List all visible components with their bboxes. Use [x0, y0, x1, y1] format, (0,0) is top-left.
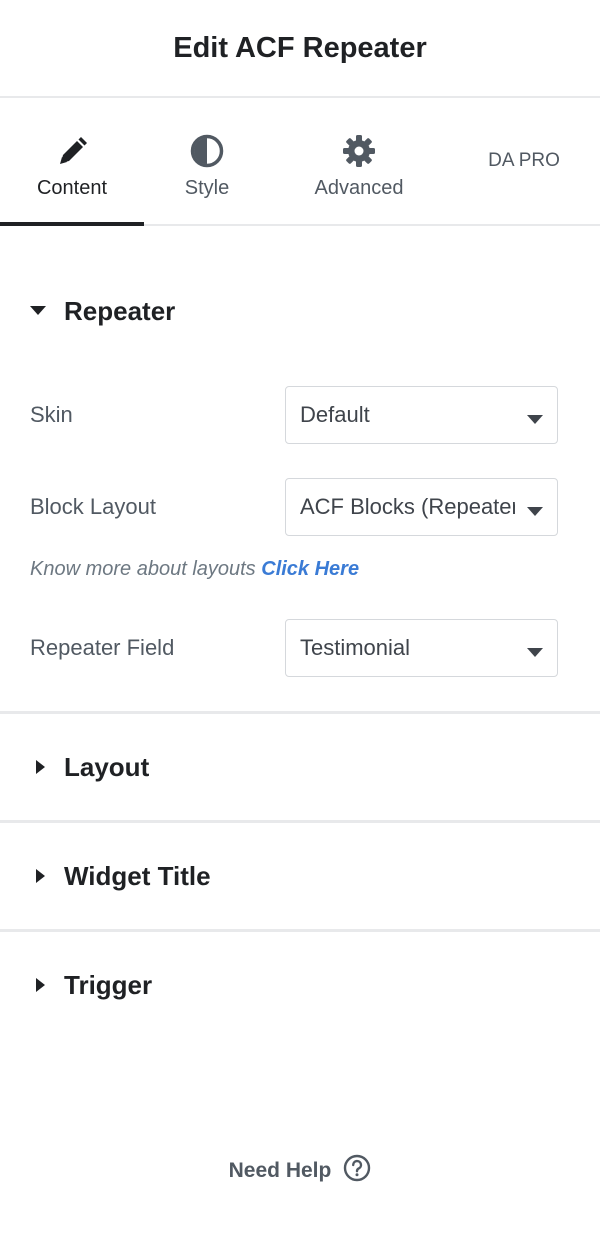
layouts-note-text: Know more about layouts [30, 558, 256, 580]
caret-right-icon [36, 869, 58, 883]
chevron-down-icon [527, 411, 543, 429]
tab-advanced[interactable]: Advanced [270, 98, 448, 224]
caret-right-icon [36, 978, 58, 992]
widget-title-section-title: Widget Title [64, 860, 211, 891]
need-help-link[interactable]: Need Help [0, 1154, 600, 1187]
page-title: Edit ACF Repeater [173, 31, 427, 64]
repeater-field-label: Repeater Field [30, 635, 175, 660]
skin-value: Default [300, 402, 370, 427]
widget-title-section-header[interactable]: Widget Title [36, 823, 600, 929]
layout-section-header[interactable]: Layout [36, 714, 600, 820]
skin-select[interactable]: Default [285, 386, 558, 444]
block-layout-select[interactable]: ACF Blocks (Repeater) [285, 478, 558, 536]
repeater-field-control: Repeater Field Testimonial [30, 619, 558, 677]
skin-control: Skin Default [30, 386, 558, 444]
block-layout-control: Block Layout ACF Blocks (Repeater) [30, 478, 558, 536]
question-circle-icon [343, 1154, 371, 1187]
tab-da-pro[interactable]: DA PRO [448, 98, 600, 224]
block-layout-value: ACF Blocks (Repeater) [300, 494, 515, 519]
skin-label: Skin [30, 402, 73, 427]
repeater-section: Repeater Skin Default Block Layout ACF B… [0, 226, 600, 714]
trigger-section-header[interactable]: Trigger [36, 932, 600, 1038]
widget-title-section: Widget Title [0, 823, 600, 932]
tab-style[interactable]: Style [144, 98, 270, 224]
tab-content[interactable]: Content [0, 98, 144, 226]
repeater-section-title: Repeater [64, 295, 176, 326]
gear-icon [342, 133, 376, 169]
tab-da-pro-label: DA PRO [488, 150, 560, 171]
layout-section: Layout [0, 714, 600, 823]
click-here-link[interactable]: Click Here [261, 558, 359, 580]
repeater-section-header[interactable]: Repeater [30, 226, 558, 396]
need-help-label: Need Help [228, 1158, 332, 1182]
caret-right-icon [36, 760, 58, 774]
panel-header: Edit ACF Repeater [0, 0, 600, 98]
chevron-down-icon [527, 644, 543, 662]
layout-section-title: Layout [64, 751, 150, 782]
trigger-section-title: Trigger [64, 969, 153, 1000]
repeater-field-select[interactable]: Testimonial [285, 619, 558, 677]
tab-content-label: Content [36, 177, 108, 199]
tab-bar: Content Style Advanced DA PRO [0, 98, 600, 226]
block-layout-label: Block Layout [30, 494, 156, 519]
pencil-icon [57, 133, 87, 169]
chevron-down-icon [527, 503, 543, 521]
tab-advanced-label: Advanced [314, 177, 404, 199]
repeater-field-value: Testimonial [300, 635, 411, 660]
tab-style-label: Style [184, 177, 230, 199]
trigger-section: Trigger [0, 932, 600, 1038]
layouts-help-note: Know more about layouts Click Here [30, 558, 558, 581]
contrast-icon [190, 133, 224, 169]
caret-down-icon [30, 306, 52, 316]
